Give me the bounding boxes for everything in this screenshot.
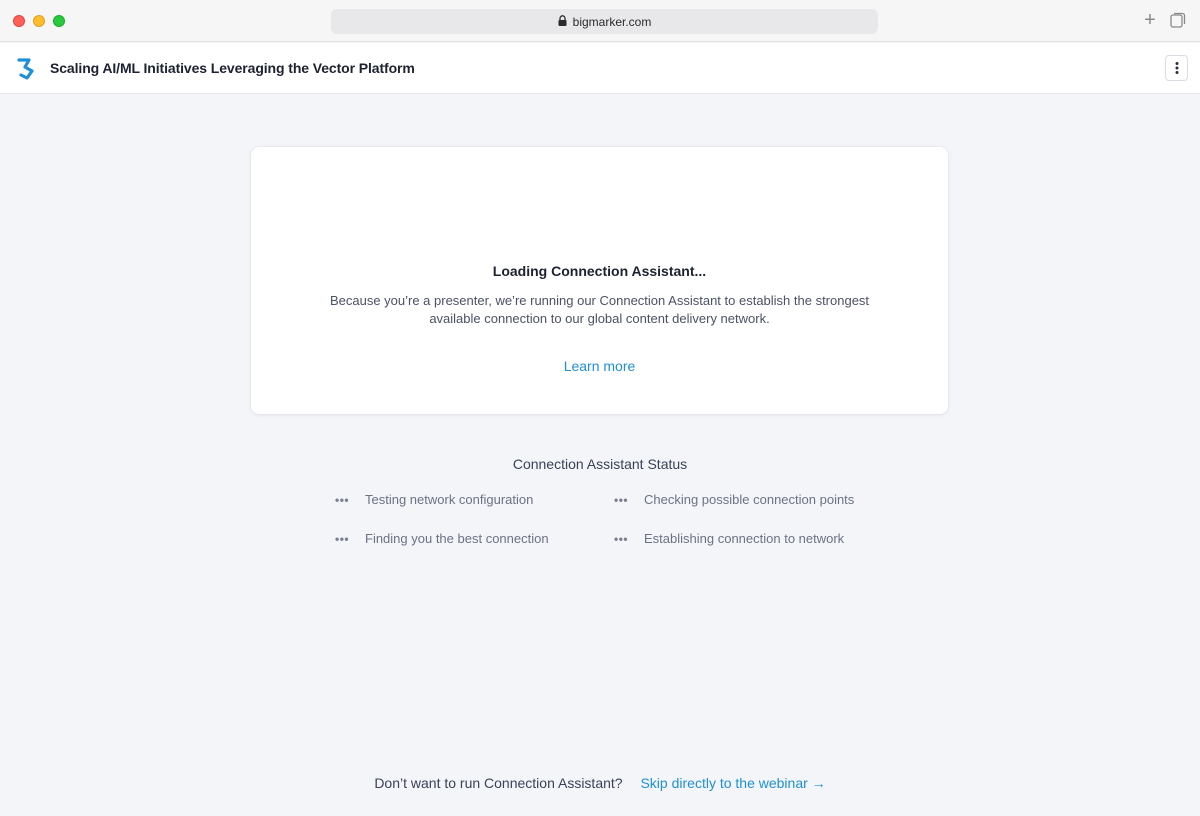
status-item-establishing-connection: ••• Establishing connection to network bbox=[614, 531, 844, 546]
bigmarker-logo-icon bbox=[16, 57, 38, 81]
app-header: Scaling AI/ML Initiatives Leveraging the… bbox=[0, 43, 1200, 94]
skip-to-webinar-link[interactable]: Skip directly to the webinar → bbox=[640, 775, 825, 791]
connection-assistant-card: Loading Connection Assistant... Because … bbox=[251, 147, 948, 414]
tab-overview-icon[interactable] bbox=[1170, 12, 1186, 28]
description-line-2: available connection to our global conte… bbox=[429, 311, 770, 326]
status-heading: Connection Assistant Status bbox=[512, 456, 688, 472]
minimize-window-button[interactable] bbox=[33, 15, 45, 27]
loading-title: Loading Connection Assistant... bbox=[492, 263, 707, 279]
vertical-ellipsis-icon bbox=[1175, 62, 1178, 74]
new-tab-icon[interactable]: + bbox=[1141, 10, 1159, 30]
status-item-checking-points: ••• Checking possible connection points bbox=[614, 492, 854, 507]
skip-footer: Don’t want to run Connection Assistant? … bbox=[0, 775, 1200, 791]
ellipsis-icon: ••• bbox=[614, 531, 629, 546]
url-text: bigmarker.com bbox=[572, 14, 652, 29]
ellipsis-icon: ••• bbox=[335, 492, 350, 507]
browser-toolbar: bigmarker.com + bbox=[0, 0, 1200, 42]
lock-icon bbox=[558, 14, 567, 29]
close-window-button[interactable] bbox=[13, 15, 25, 27]
status-item-finding-connection: ••• Finding you the best connection bbox=[335, 531, 549, 546]
status-item-label: Finding you the best connection bbox=[365, 531, 549, 546]
learn-more-link[interactable]: Learn more bbox=[251, 358, 948, 374]
fullscreen-window-button[interactable] bbox=[53, 15, 65, 27]
ellipsis-icon: ••• bbox=[335, 531, 350, 546]
status-item-label: Testing network configuration bbox=[365, 492, 534, 507]
status-item-testing-network: ••• Testing network configuration bbox=[335, 492, 533, 507]
skip-question: Don’t want to run Connection Assistant? bbox=[374, 775, 623, 791]
page-title: Scaling AI/ML Initiatives Leveraging the… bbox=[50, 60, 415, 76]
ellipsis-icon: ••• bbox=[614, 492, 629, 507]
loading-description: Because you’re a presenter, we’re runnin… bbox=[311, 292, 888, 328]
more-options-button[interactable] bbox=[1165, 55, 1188, 81]
status-item-label: Checking possible connection points bbox=[644, 492, 855, 507]
address-bar[interactable]: bigmarker.com bbox=[331, 9, 878, 34]
description-line-1: Because you’re a presenter, we’re runnin… bbox=[329, 293, 870, 308]
status-item-label: Establishing connection to network bbox=[644, 531, 845, 546]
